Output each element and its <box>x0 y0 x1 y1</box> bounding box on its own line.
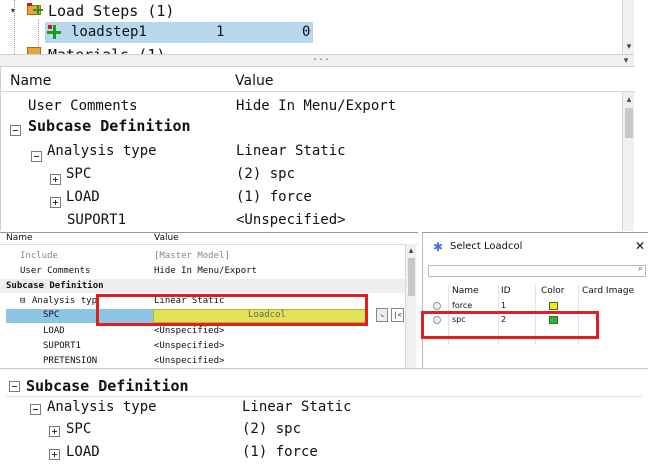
dialog-title: Select Loadcol <box>450 241 523 252</box>
col-color[interactable]: Color <box>541 286 565 296</box>
expand-icon[interactable] <box>49 449 60 460</box>
mid-analysis-name: Analysis type <box>32 296 96 306</box>
scroll-up-icon[interactable]: ▴ <box>623 95 635 105</box>
bottom-load-value[interactable]: (1) force <box>242 444 318 460</box>
bottom-load-name: LOAD <box>66 444 100 460</box>
col-id[interactable]: ID <box>501 286 511 296</box>
mid-property-table: Name Value Include [Master Model] User C… <box>0 232 418 368</box>
mid-analysis-toggle-icon[interactable]: ⊟ <box>20 296 25 306</box>
bottom-analysis-row[interactable]: Analysis type Linear Static <box>30 399 630 421</box>
close-icon[interactable]: ✕ <box>635 239 645 253</box>
top-load-name: LOAD <box>66 189 100 205</box>
load-steps-label[interactable]: Load Steps (1) <box>48 2 174 20</box>
dialog-titlebar[interactable]: ✱ Select Loadcol ✕ <box>423 233 648 261</box>
top-table-header: Name Value <box>1 67 635 92</box>
bottom-section-row[interactable]: Subcase Definition <box>6 375 642 397</box>
selector-button[interactable]: ↘ <box>376 308 388 322</box>
mid-table-scrollbar[interactable]: ▴ <box>405 244 416 368</box>
bottom-load-row[interactable]: LOAD (1) force <box>49 444 629 464</box>
top-col-name[interactable]: Name <box>10 73 51 89</box>
mid-comments-name: User Comments <box>20 266 91 276</box>
materials-label[interactable]: Materials (1) <box>48 46 165 54</box>
loadstep-count: 0 <box>302 24 311 40</box>
mid-col-value[interactable]: Value <box>154 233 179 243</box>
top-load-value[interactable]: (1) force <box>236 189 312 205</box>
expand-icon[interactable] <box>49 426 60 437</box>
scroll-down-icon[interactable]: ▾ <box>623 42 635 52</box>
collapse-icon[interactable] <box>31 151 42 162</box>
bottom-analysis-name: Analysis type <box>47 399 157 415</box>
top-spc-row[interactable]: SPC <box>50 166 91 188</box>
row-id: 1 <box>501 301 507 310</box>
screenshot-composite: ▾ Load Steps (1) loadstep1 1 0 Materials… <box>0 0 648 465</box>
row-color-swatch <box>549 302 558 310</box>
mid-include-name: Include <box>20 251 58 261</box>
mid-comments-value[interactable]: Hide In Menu/Export <box>154 266 257 276</box>
top-row-value[interactable]: Hide In Menu/Export <box>236 98 396 114</box>
bottom-spc-row[interactable]: SPC (2) spc <box>49 421 629 443</box>
bottom-spc-value[interactable]: (2) spc <box>242 421 301 437</box>
row-radio[interactable] <box>433 302 441 310</box>
collapse-icon[interactable] <box>30 404 41 415</box>
collapse-icon[interactable] <box>9 381 20 392</box>
top-suport1-value[interactable]: <Unspecified> <box>236 212 346 228</box>
loadcol-icon: ✱ <box>433 240 444 254</box>
mid-suport1-name: SUPORT1 <box>43 341 81 351</box>
bottom-analysis-value[interactable]: Linear Static <box>242 399 352 415</box>
top-section-title: Subcase Definition <box>28 117 191 135</box>
highlight-box-field <box>96 294 368 326</box>
top-property-table: Name Value User Comments Hide In Menu/Ex… <box>0 67 635 231</box>
mid-section-row[interactable]: Subcase Definition <box>0 279 405 293</box>
top-col-value[interactable]: Value <box>235 73 273 89</box>
col-name[interactable]: Name <box>452 286 479 296</box>
mid-pretension-value[interactable]: <Unspecified> <box>154 356 224 366</box>
scroll-thumb[interactable] <box>625 108 633 138</box>
mid-pretension-name: PRETENSION <box>43 356 98 366</box>
bottom-property-table: Subcase Definition Analysis type Linear … <box>0 369 648 465</box>
top-analysis-row[interactable]: Analysis type <box>31 143 157 165</box>
loadstep-icon <box>47 25 61 39</box>
expand-icon[interactable] <box>50 197 61 208</box>
mid-include-value: [Master Model] <box>154 251 230 261</box>
expand-icon[interactable] <box>50 174 61 185</box>
mid-load-value[interactable]: <Unspecified> <box>154 326 224 336</box>
highlight-box-spc-row <box>421 311 599 339</box>
splitter-down-icon[interactable]: ▾ <box>620 56 632 66</box>
clear-button[interactable]: |< <box>391 308 404 322</box>
top-spc-name: SPC <box>66 166 92 182</box>
tree-scrollbar[interactable]: ▾ <box>622 0 634 54</box>
dialog-grid-header: Name ID Color Card Image <box>428 285 646 345</box>
mid-col-name[interactable]: Name <box>6 233 33 243</box>
bottom-section-title: Subcase Definition <box>26 377 189 395</box>
mid-section-title: Subcase Definition <box>6 281 104 291</box>
top-analysis-value[interactable]: Linear Static <box>236 143 346 159</box>
scroll-thumb[interactable] <box>408 258 415 296</box>
expand-arrow-icon[interactable]: ▾ <box>11 6 15 15</box>
dialog-search-input[interactable]: ⌕ <box>428 264 646 277</box>
top-row-name: User Comments <box>28 98 138 114</box>
col-card-image[interactable]: Card Image <box>582 286 634 296</box>
search-icon[interactable]: ⌕ <box>638 264 643 274</box>
splitter-grip[interactable]: ... <box>312 52 330 63</box>
select-loadcol-dialog: ✱ Select Loadcol ✕ ⌕ Name ID Color Card … <box>421 232 648 368</box>
collapse-icon[interactable] <box>10 125 21 136</box>
loadstep-name[interactable]: loadstep1 <box>71 24 147 40</box>
top-section-row[interactable]: Subcase Definition <box>10 117 191 139</box>
loadstep-id: 1 <box>216 24 225 40</box>
top-table-scrollbar[interactable]: ▴ <box>622 92 634 231</box>
model-tree: ▾ Load Steps (1) loadstep1 1 0 Materials… <box>0 0 634 57</box>
mid-spc-name: SPC <box>43 310 60 320</box>
splitter-bar[interactable]: ... ▾ <box>0 52 634 67</box>
top-analysis-name: Analysis type <box>47 143 157 159</box>
scroll-up-icon[interactable]: ▴ <box>406 246 416 256</box>
top-spc-value[interactable]: (2) spc <box>236 166 295 182</box>
load-steps-folder-icon <box>27 3 43 17</box>
mid-suport1-value[interactable]: <Unspecified> <box>154 341 224 351</box>
bottom-spc-name: SPC <box>66 421 92 437</box>
top-load-row[interactable]: LOAD <box>50 189 100 211</box>
row-name: force <box>452 301 473 310</box>
mid-load-name: LOAD <box>43 326 65 336</box>
top-suport1-name: SUPORT1 <box>67 212 127 228</box>
